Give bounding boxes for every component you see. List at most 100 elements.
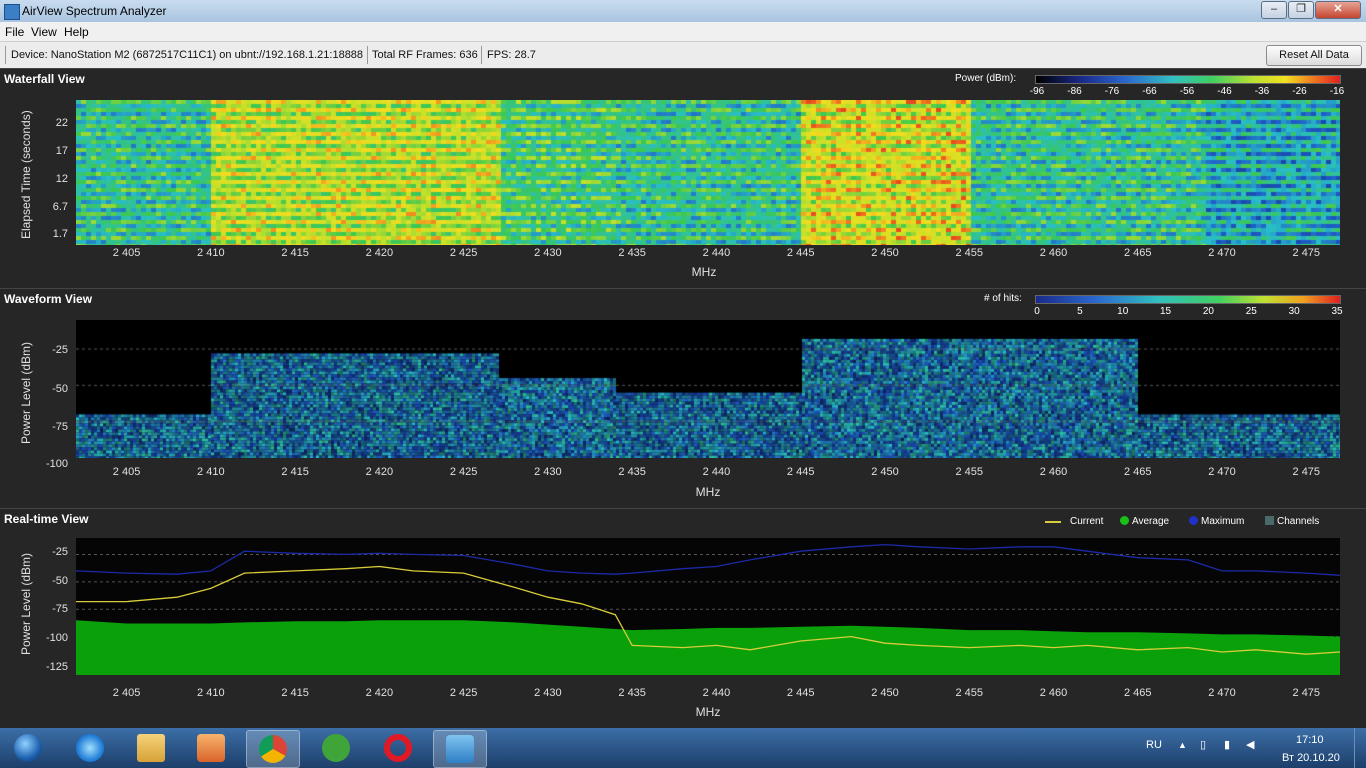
- start-button[interactable]: [2, 730, 54, 766]
- volume-icon[interactable]: ◀: [1246, 738, 1254, 751]
- y-tick-label: -125: [45, 661, 68, 673]
- legend-tick-label: -26: [1292, 86, 1307, 97]
- y-tick-label: 12: [55, 173, 68, 185]
- x-tick-label: 2 475: [1292, 247, 1321, 259]
- y-tick-label: -50: [52, 383, 68, 395]
- minimize-button[interactable]: –: [1261, 1, 1287, 19]
- x-tick-label: 2 410: [197, 687, 225, 699]
- x-tick-label: 2 445: [786, 247, 815, 259]
- maximize-button[interactable]: ❐: [1288, 1, 1314, 19]
- hits-legend-label: # of hits:: [984, 293, 1022, 304]
- waveform-plot[interactable]: [76, 320, 1340, 458]
- x-tick-label: 2 460: [1039, 466, 1068, 478]
- status-info-bar: Device: NanoStation M2 (6872517C11C1) on…: [0, 42, 1366, 69]
- x-tick-label: 2 470: [1208, 466, 1236, 478]
- start-orb-icon: [14, 734, 42, 762]
- realtime-plot[interactable]: [76, 538, 1340, 675]
- legend-tick-label: -46: [1217, 86, 1232, 97]
- series-maximum-line: [76, 543, 1340, 576]
- x-tick-label: 2 465: [1123, 247, 1152, 259]
- waveform-y-label: Power Level (dBm): [19, 341, 33, 444]
- x-tick-label: 2 475: [1292, 687, 1321, 699]
- x-tick-label: 2 460: [1039, 687, 1068, 699]
- x-tick-label: 2 425: [449, 466, 478, 478]
- utorrent-icon: [322, 734, 350, 762]
- menu-view[interactable]: View: [31, 25, 57, 39]
- realtime-y-label: Power Level (dBm): [19, 552, 33, 655]
- x-tick-label: 2 470: [1208, 687, 1236, 699]
- network-signal-icon[interactable]: ▮: [1224, 738, 1230, 751]
- x-tick-label: 2 475: [1292, 466, 1321, 478]
- waterfall-plot[interactable]: [76, 100, 1340, 245]
- system-tray: RU ▲ ▯ ▮ ◀ 17:10 Вт 20.10.20: [1140, 728, 1366, 768]
- y-tick-label: -100: [45, 632, 68, 644]
- taskbar-utorrent[interactable]: [310, 730, 362, 766]
- x-tick-label: 2 460: [1039, 247, 1068, 259]
- y-tick-label: -75: [52, 421, 68, 433]
- legend-tick-label: -76: [1104, 86, 1120, 97]
- series-average-area: [76, 620, 1340, 675]
- separator: [481, 46, 482, 64]
- x-tick-label: 2 430: [534, 247, 562, 259]
- show-desktop-button[interactable]: [1354, 728, 1366, 768]
- x-tick-label: 2 470: [1208, 247, 1236, 259]
- legend-swatch-channels: [1265, 516, 1274, 525]
- legend-swatch-current: [1045, 521, 1061, 523]
- x-tick-label: 2 450: [871, 687, 899, 699]
- taskbar-airview[interactable]: [433, 730, 487, 768]
- x-tick-label: 2 440: [702, 247, 731, 259]
- menu-file[interactable]: File: [5, 25, 24, 39]
- waveform-x-label: MHz: [695, 485, 721, 499]
- x-tick-label: 2 450: [871, 247, 899, 259]
- menu-bar: File View Help: [0, 22, 1366, 42]
- taskbar-internet-explorer[interactable]: [64, 730, 116, 766]
- x-tick-label: 2 415: [281, 466, 309, 478]
- close-button[interactable]: ✕: [1315, 1, 1361, 19]
- waterfall-title: Waterfall View: [4, 72, 85, 86]
- x-tick-label: 2 440: [702, 687, 731, 699]
- legend-label-current: Current: [1070, 516, 1104, 527]
- usb-icon[interactable]: ▯: [1200, 738, 1206, 751]
- x-tick-label: 2 435: [618, 466, 646, 478]
- show-hidden-icons-icon[interactable]: ▲: [1178, 740, 1187, 750]
- x-tick-label: 2 430: [534, 466, 562, 478]
- waterfall-x-label: MHz: [691, 265, 717, 279]
- clock-time[interactable]: 17:10: [1296, 734, 1324, 746]
- legend-tick-label: 15: [1160, 306, 1172, 317]
- y-tick-label: 1.7: [52, 228, 68, 240]
- language-indicator[interactable]: RU: [1146, 739, 1162, 751]
- realtime-chart: [76, 543, 1340, 675]
- legend-tick-label: 5: [1077, 306, 1083, 317]
- y-tick-label: -25: [52, 546, 68, 558]
- fps-readout: FPS: 28.7: [487, 49, 536, 61]
- legend-tick-label: 25: [1245, 306, 1257, 317]
- legend-label-maximum: Maximum: [1201, 516, 1245, 527]
- taskbar-opera[interactable]: [372, 730, 424, 766]
- taskbar-chrome[interactable]: [246, 730, 300, 768]
- legend-tick-label: -86: [1067, 86, 1082, 97]
- chrome-icon: [259, 735, 287, 763]
- taskbar-file-explorer[interactable]: [125, 730, 177, 766]
- x-tick-label: 2 420: [365, 247, 394, 259]
- x-tick-label: 2 425: [449, 687, 478, 699]
- x-tick-label: 2 405: [112, 247, 141, 259]
- legend-tick-label: -66: [1142, 86, 1157, 97]
- x-tick-label: 2 455: [955, 687, 983, 699]
- waveform-panel: Waveform View # of hits: 0 5 10 15 20 25 30 35 …: [0, 288, 1366, 509]
- hits-colorbar: [1035, 295, 1341, 304]
- reset-all-data-button[interactable]: Reset All Data: [1266, 45, 1362, 66]
- menu-help[interactable]: Help: [64, 25, 89, 39]
- clock-date[interactable]: Вт 20.10.20: [1282, 752, 1340, 764]
- y-tick-label: -100: [45, 458, 68, 470]
- window-title: AirView Spectrum Analyzer: [22, 4, 167, 18]
- legend-tick-label: -16: [1329, 86, 1345, 97]
- legend-tick-label: -96: [1029, 86, 1045, 97]
- realtime-panel: Real-time View Current Average Maximum Chan…: [0, 508, 1366, 729]
- legend-tick-label: -56: [1179, 86, 1195, 97]
- separator: [367, 46, 368, 64]
- legend-tick-label: -36: [1254, 86, 1270, 97]
- airview-icon: [446, 735, 474, 763]
- title-bar: AirView Spectrum Analyzer – ❐ ✕: [0, 0, 1366, 22]
- taskbar-media-player[interactable]: [185, 730, 237, 766]
- x-tick-label: 2 465: [1123, 687, 1152, 699]
